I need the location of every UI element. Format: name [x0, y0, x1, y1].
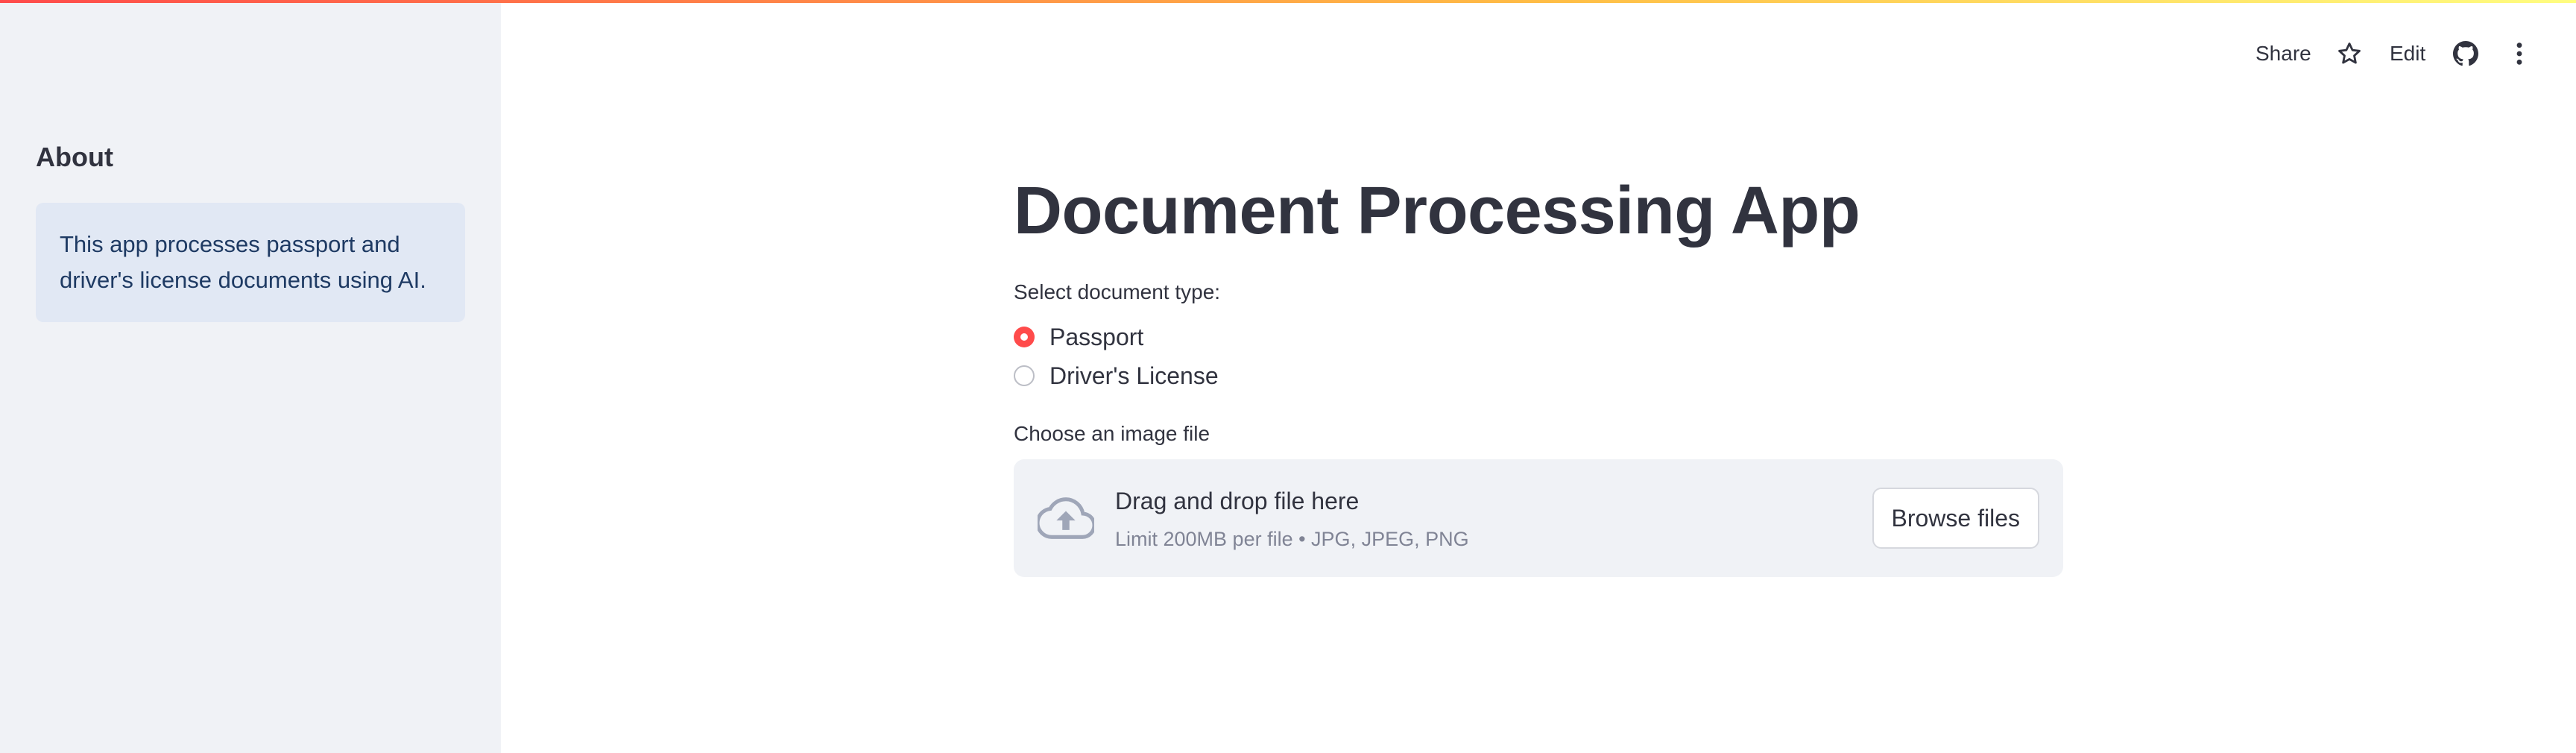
- github-icon: [2453, 41, 2478, 66]
- radio-option-label: Passport: [1049, 323, 1144, 350]
- info-alert: This app processes passport and driver's…: [36, 203, 465, 322]
- dropzone-title: Drag and drop file here: [1115, 488, 1360, 514]
- sidebar: About This app processes passport and dr…: [0, 0, 501, 753]
- top-decoration-bar: [0, 0, 2576, 3]
- main-menu-button[interactable]: [2504, 37, 2534, 70]
- browse-files-button[interactable]: Browse files: [1872, 488, 2039, 549]
- edit-button-label: Edit: [2390, 42, 2426, 65]
- radio-option-passport[interactable]: Passport: [1014, 321, 1143, 353]
- radio-unselected-indicator[interactable]: [1014, 365, 1035, 386]
- sidebar-heading: About: [36, 142, 113, 172]
- star-button[interactable]: [2333, 37, 2366, 70]
- radio-selected-indicator[interactable]: [1014, 327, 1035, 347]
- page-title: Document Processing App: [1014, 174, 1860, 248]
- file-uploader-label: Choose an image file: [1014, 422, 1210, 445]
- radio-option-drivers-license[interactable]: Driver's License: [1014, 359, 1219, 392]
- edit-button[interactable]: Edit: [2390, 37, 2425, 70]
- document-type-label: Select document type:: [1014, 280, 1221, 303]
- cloud-upload-icon: [1038, 497, 1094, 539]
- more-vertical-icon: [2516, 42, 2522, 65]
- star-icon: [2338, 42, 2361, 64]
- file-dropzone[interactable]: Drag and drop file here Limit 200MB per …: [1014, 459, 2063, 577]
- share-button-label: Share: [2255, 42, 2311, 65]
- github-button[interactable]: [2449, 37, 2482, 70]
- share-button[interactable]: Share: [2255, 37, 2311, 70]
- info-alert-text: This app processes passport and driver's…: [60, 231, 426, 293]
- dropzone-limit-text: Limit 200MB per file • JPG, JPEG, PNG: [1115, 528, 1469, 550]
- radio-option-label: Driver's License: [1049, 362, 1219, 389]
